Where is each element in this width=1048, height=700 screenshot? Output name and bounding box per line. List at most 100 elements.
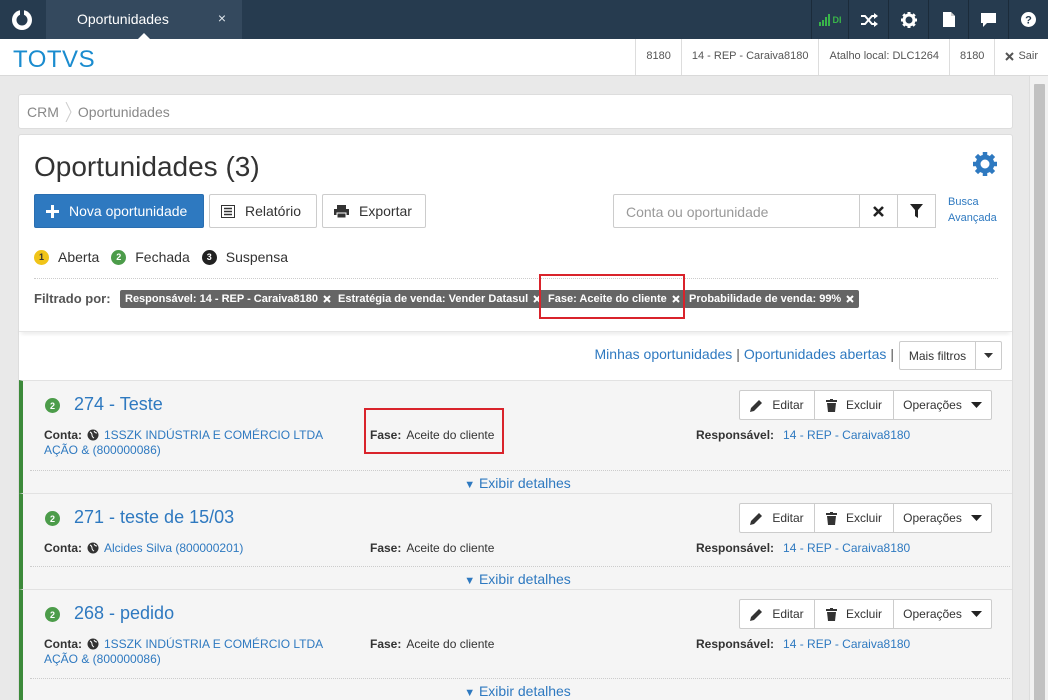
tab-oportunidades[interactable]: Oportunidades × <box>46 0 242 40</box>
divider <box>34 278 998 279</box>
delete-button[interactable]: Excluir <box>815 600 894 628</box>
scrollbar-thumb[interactable] <box>1034 84 1045 700</box>
advanced-search-link[interactable]: Busca Avançada <box>948 194 997 226</box>
phase-value: Aceite do cliente <box>406 637 495 651</box>
globe-icon <box>87 429 99 441</box>
account-link[interactable]: 1SSZK INDÚSTRIA E COMÉRCIO LTDA <box>104 636 323 652</box>
operations-dropdown[interactable]: Operações <box>894 600 991 628</box>
owner-label: Responsável: <box>696 428 775 442</box>
export-button[interactable]: Exportar <box>322 194 426 228</box>
open-opportunities-link[interactable]: Oportunidades abertas <box>744 346 886 362</box>
filter-chip-label: Estratégia de venda: Vender Datasul <box>338 293 529 305</box>
card-actions: Editar Excluir Operações <box>739 390 992 420</box>
show-details-label: Exibir detalhes <box>478 475 571 491</box>
filter-button[interactable] <box>897 194 936 228</box>
owner-link[interactable]: 14 - REP - Caraiva8180 <box>783 540 910 556</box>
new-opportunity-button[interactable]: Nova oportunidade <box>34 194 204 228</box>
account-link-continued[interactable]: AÇÃO & (800000086) <box>44 652 161 666</box>
status-badge: 2 <box>45 511 60 526</box>
logout-button[interactable]: Sair <box>994 39 1048 75</box>
shuffle-icon[interactable] <box>848 0 888 39</box>
highlight-box <box>364 408 504 454</box>
phase-label: Fase: <box>370 541 402 555</box>
operations-dropdown[interactable]: Operações <box>894 504 991 532</box>
filter-chip-owner[interactable]: Responsável: 14 - REP - Caraiva8180 <box>120 290 337 308</box>
show-details-link[interactable]: ▼ Exibir detalhes <box>23 475 1012 491</box>
report-button[interactable]: Relatório <box>209 194 317 228</box>
close-icon <box>873 205 884 217</box>
brand-logo: TOTVS <box>13 46 96 73</box>
more-filters-dropdown[interactable]: Mais filtros <box>899 341 1002 370</box>
account-label: Conta: <box>44 541 82 555</box>
breadcrumb: CRM Oportunidades <box>18 94 1013 129</box>
caret-down-icon[interactable] <box>976 342 1001 369</box>
remove-filter-icon[interactable] <box>323 295 331 303</box>
operations-label: Operações <box>903 607 962 621</box>
chat-icon[interactable] <box>968 0 1008 39</box>
gear-icon[interactable] <box>888 0 928 39</box>
my-opportunities-link[interactable]: Minhas oportunidades <box>595 346 733 362</box>
edit-label: Editar <box>772 511 804 525</box>
filter-chip-probability[interactable]: Probabilidade de venda: 99% <box>684 290 860 308</box>
search-input[interactable]: Conta ou oportunidade <box>613 194 860 228</box>
globe-icon <box>87 638 99 650</box>
owner-label: Responsável: <box>696 541 775 555</box>
filter-chip-strategy[interactable]: Estratégia de venda: Vender Datasul <box>333 290 547 308</box>
filter-chip-label: Responsável: 14 - REP - Caraiva8180 <box>125 293 319 305</box>
clear-search-button[interactable] <box>859 194 898 228</box>
edit-button[interactable]: Editar <box>740 504 815 532</box>
document-icon[interactable] <box>928 0 968 39</box>
legend-suspended-label: Suspensa <box>225 249 289 265</box>
status-open-badge: 1 <box>34 249 49 265</box>
signal-indicator[interactable]: DI <box>811 0 848 39</box>
operations-label: Operações <box>903 511 962 525</box>
settings-gear-icon[interactable] <box>973 152 997 176</box>
main-content: CRM Oportunidades Oportunidades (3) Nova… <box>7 80 1029 700</box>
filter-chip-label: Probabilidade de venda: 99% <box>689 293 842 305</box>
chevron-right-icon <box>65 101 72 122</box>
opportunity-title[interactable]: 271 - teste de 15/03 <box>74 507 234 528</box>
more-filters-label[interactable]: Mais filtros <box>900 342 976 369</box>
edit-button[interactable]: Editar <box>740 600 815 628</box>
owner-link[interactable]: 14 - REP - Caraiva8180 <box>783 427 910 443</box>
filter-icon <box>910 204 923 218</box>
breadcrumb-crm[interactable]: CRM <box>27 104 59 120</box>
remove-filter-icon[interactable] <box>846 295 854 303</box>
phase-field: Fase: Aceite do cliente <box>370 540 494 556</box>
account-link[interactable]: Alcides Silva (800000201) <box>104 540 243 556</box>
caret-down-icon <box>970 515 982 521</box>
operations-label: Operações <box>903 398 962 412</box>
account-link[interactable]: 1SSZK INDÚSTRIA E COMÉRCIO LTDA <box>104 427 323 443</box>
signal-icon <box>818 13 830 26</box>
establishment-code: 8180 <box>948 39 994 75</box>
owner-link[interactable]: 14 - REP - Caraiva8180 <box>783 636 910 652</box>
opportunity-card: 2 268 - pedido Conta: 1SSZK INDÚSTRIA E … <box>19 589 1012 700</box>
delete-button[interactable]: Excluir <box>815 391 894 419</box>
opportunity-title[interactable]: 268 - pedido <box>74 603 174 624</box>
close-icon[interactable]: × <box>218 10 226 26</box>
app-logo-icon[interactable] <box>0 0 44 39</box>
delete-button[interactable]: Excluir <box>815 504 894 532</box>
show-details-link[interactable]: ▼ Exibir detalhes <box>23 571 1012 587</box>
help-icon[interactable]: ? <box>1008 0 1048 39</box>
pencil-icon <box>750 512 763 525</box>
account-label: Conta: <box>44 428 82 442</box>
opportunity-title[interactable]: 274 - Teste <box>74 394 163 415</box>
account-field: Conta: 1SSZK INDÚSTRIA E COMÉRCIO LTDA <box>44 427 323 443</box>
show-details-link[interactable]: ▼ Exibir detalhes <box>23 683 1012 699</box>
operations-dropdown[interactable]: Operações <box>894 391 991 419</box>
globe-icon <box>87 542 99 554</box>
trash-icon <box>825 511 837 525</box>
vertical-scrollbar[interactable] <box>1029 76 1048 700</box>
advanced-search-line2: Avançada <box>948 212 997 224</box>
header-info: 8180 14 - REP - Caraiva8180 Atalho local… <box>635 39 1048 75</box>
advanced-search-line1: Busca <box>948 196 979 208</box>
account-link-continued[interactable]: AÇÃO & (800000086) <box>44 443 161 457</box>
opportunity-card: 2 274 - Teste Conta: 1SSZK INDÚSTRIA E C… <box>19 380 1012 493</box>
link-separator: | <box>736 346 740 362</box>
status-legend: 1 Aberta 2 Fechada 3 Suspensa <box>34 249 300 265</box>
edit-label: Editar <box>772 607 804 621</box>
close-icon <box>1005 52 1015 61</box>
edit-button[interactable]: Editar <box>740 391 815 419</box>
plus-icon <box>46 204 59 218</box>
